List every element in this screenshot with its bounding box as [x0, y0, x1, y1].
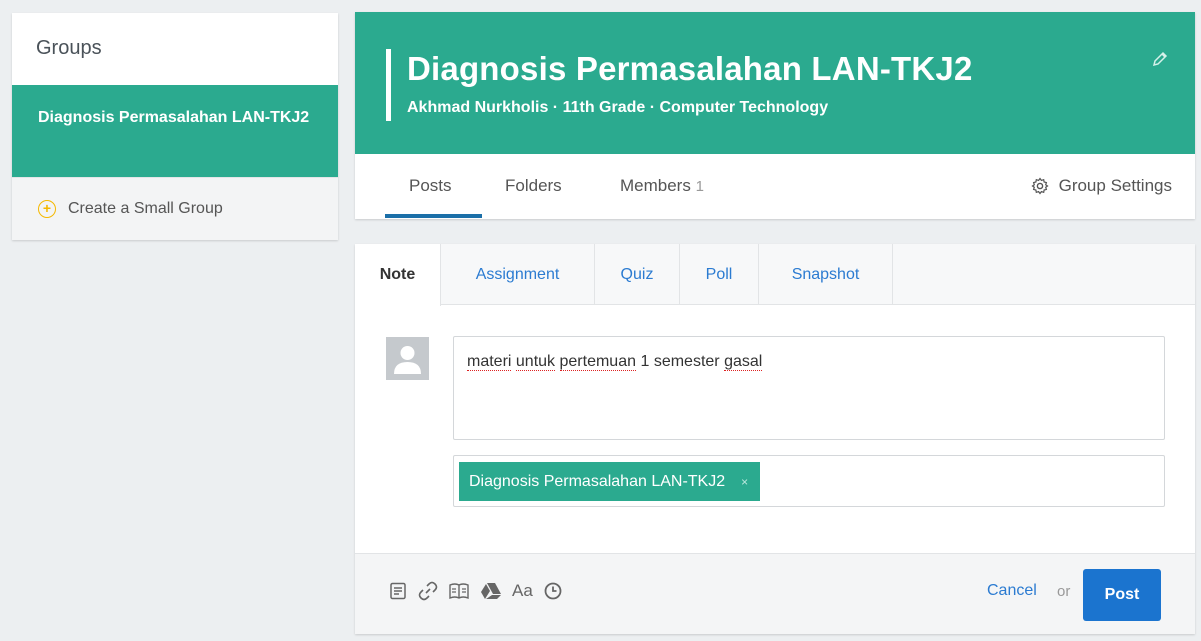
- cancel-button[interactable]: Cancel: [987, 582, 1037, 600]
- tab-members-label: Members: [620, 176, 691, 195]
- note-word: untuk: [515, 353, 556, 371]
- group-header: Diagnosis Permasalahan LAN-TKJ2 Akhmad N…: [355, 12, 1195, 219]
- tab-snapshot[interactable]: Snapshot: [759, 244, 893, 305]
- note-word: gasal: [724, 353, 763, 371]
- plus-circle-icon: +: [38, 200, 56, 218]
- tab-posts[interactable]: Posts: [409, 176, 452, 196]
- banner-accent-bar: [386, 49, 391, 121]
- format-icon[interactable]: Aa: [512, 581, 533, 601]
- active-tab-indicator: [385, 214, 482, 218]
- post-button[interactable]: Post: [1083, 569, 1161, 621]
- clock-icon[interactable]: [543, 581, 563, 601]
- group-settings-label: Group Settings: [1058, 176, 1172, 195]
- note-word: pertemuan: [559, 353, 636, 371]
- or-label: or: [1057, 583, 1071, 600]
- tab-folders[interactable]: Folders: [505, 176, 562, 196]
- recipient-tag-label: Diagnosis Permasalahan LAN-TKJ2: [469, 472, 726, 490]
- note-word: materi: [467, 353, 512, 371]
- recipients-input[interactable]: Diagnosis Permasalahan LAN-TKJ2 ×: [453, 455, 1165, 507]
- groups-sidebar: Groups Diagnosis Permasalahan LAN-TKJ2 +…: [12, 13, 338, 240]
- sidebar-title: Groups: [36, 37, 102, 59]
- create-small-group-label: Create a Small Group: [68, 200, 223, 217]
- tab-note[interactable]: Note: [355, 244, 441, 306]
- recipient-tag: Diagnosis Permasalahan LAN-TKJ2 ×: [459, 462, 761, 501]
- edit-icon[interactable]: [1151, 50, 1169, 73]
- avatar-icon: [394, 346, 421, 374]
- avatar: [386, 337, 429, 380]
- library-icon[interactable]: [448, 581, 470, 601]
- tab-quiz[interactable]: Quiz: [595, 244, 680, 305]
- group-banner: Diagnosis Permasalahan LAN-TKJ2 Akhmad N…: [355, 12, 1195, 154]
- tab-members[interactable]: Members 1: [620, 176, 704, 196]
- sidebar-item-group[interactable]: Diagnosis Permasalahan LAN-TKJ2: [12, 85, 338, 177]
- post-composer: Note Assignment Quiz Poll Snapshot mater…: [355, 244, 1195, 634]
- composer-footer: Aa Cancel or Post: [355, 553, 1195, 634]
- page-title: Diagnosis Permasalahan LAN-TKJ2: [407, 50, 973, 87]
- link-icon[interactable]: [418, 581, 438, 601]
- tab-assignment[interactable]: Assignment: [441, 244, 595, 305]
- tab-poll[interactable]: Poll: [680, 244, 759, 305]
- note-icon[interactable]: [388, 581, 408, 601]
- remove-tag-button[interactable]: ×: [741, 475, 748, 489]
- group-settings-button[interactable]: Group Settings: [1031, 176, 1172, 196]
- note-text-input[interactable]: materi untuk pertemuan 1 semester gasal: [453, 336, 1165, 440]
- post-type-tabs: Note Assignment Quiz Poll Snapshot: [355, 244, 1195, 306]
- create-small-group-button[interactable]: + Create a Small Group: [12, 177, 338, 240]
- gear-icon: [1031, 177, 1049, 195]
- members-count: 1: [695, 178, 704, 195]
- group-tabs: Posts Folders Members 1 Group Settings: [355, 154, 1195, 219]
- note-word: 1: [640, 353, 650, 370]
- group-subtitle: Akhmad Nurkholis · 11th Grade · Computer…: [407, 99, 829, 116]
- drive-icon[interactable]: [480, 581, 502, 601]
- note-word: semester: [653, 353, 720, 370]
- composer-toolbar: Aa: [388, 581, 563, 601]
